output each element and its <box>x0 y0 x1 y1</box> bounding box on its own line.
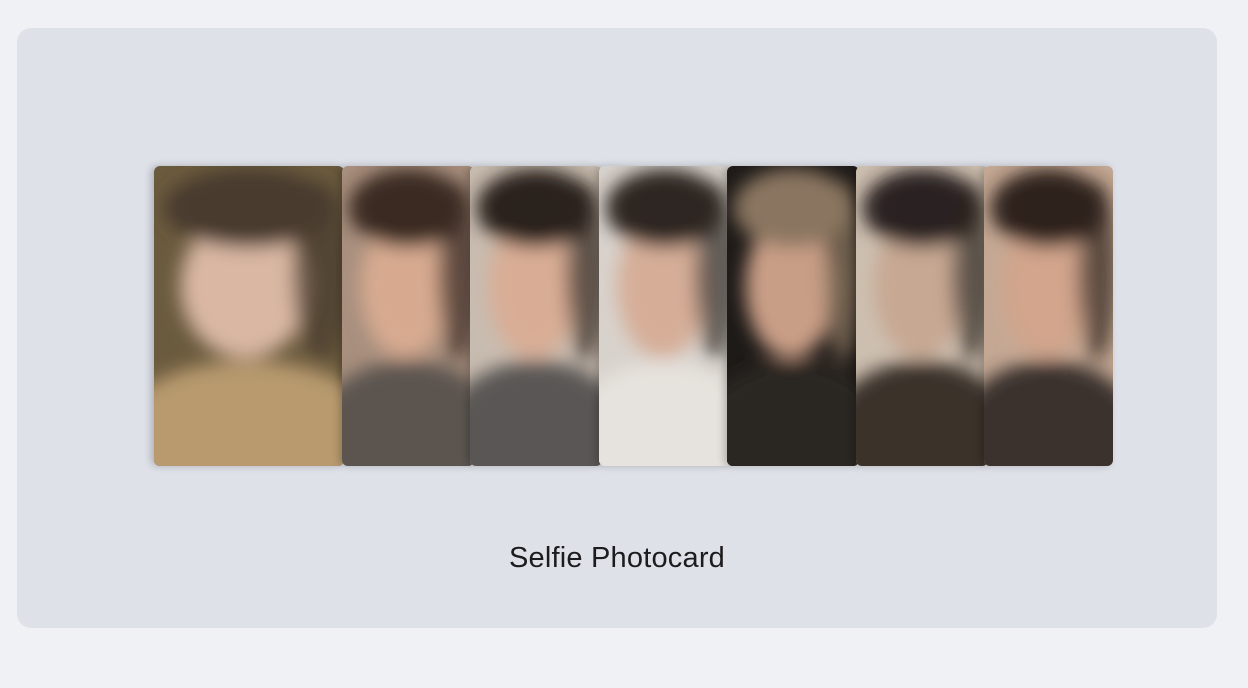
photocard-5 <box>727 166 859 466</box>
photocard-2 <box>342 166 474 466</box>
option-caption: Selfie Photocard <box>509 542 725 574</box>
photocard-3 <box>470 166 602 466</box>
photocard-4 <box>599 166 731 466</box>
photocard-strip <box>154 166 1113 466</box>
photocard-7 <box>984 166 1113 466</box>
product-option-panel[interactable]: Selfie Photocard <box>17 28 1217 628</box>
photocard-6 <box>856 166 988 466</box>
photocard-1 <box>154 166 344 466</box>
